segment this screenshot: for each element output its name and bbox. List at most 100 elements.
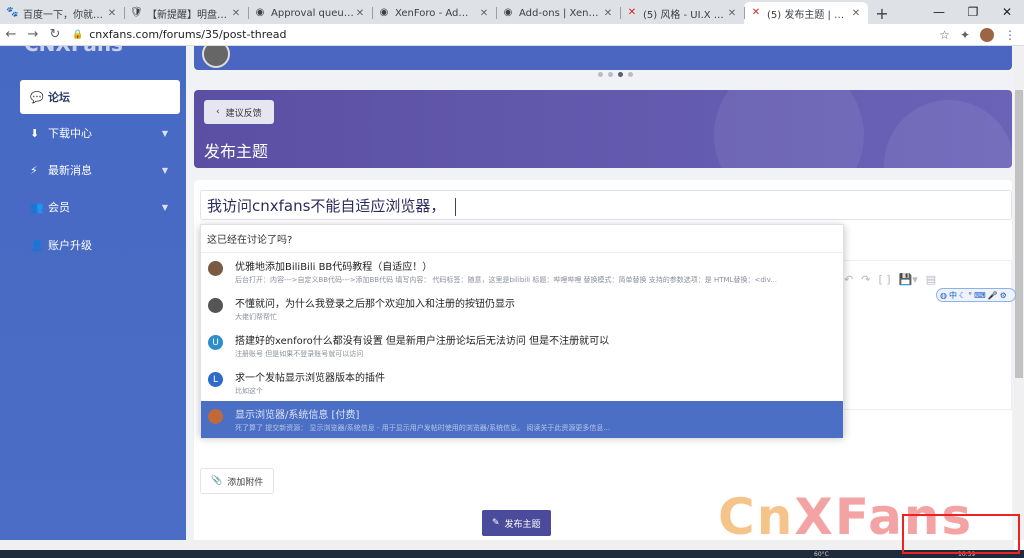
download-icon: ⬇ bbox=[30, 126, 40, 140]
ime-logo-icon: ◍ bbox=[940, 290, 947, 300]
weather-text: 60°C bbox=[814, 550, 829, 558]
sidebar-item-members[interactable]: 👥 会员 ▼ bbox=[20, 190, 180, 224]
globe-icon: ◉ bbox=[503, 7, 513, 18]
dropdown-heading: 这已经在讨论了吗? bbox=[201, 225, 843, 253]
editor-toolbar: ↶ ↷ [ ] 💾▾ ▤ bbox=[844, 268, 1012, 290]
browser-tab[interactable]: 🐾 百度一下，你就知道 ✕ bbox=[0, 2, 124, 24]
red-x-icon: ✕ bbox=[751, 7, 761, 18]
preview-icon[interactable]: ▤ bbox=[926, 273, 936, 286]
close-icon[interactable]: ✕ bbox=[478, 8, 490, 19]
browser-tab[interactable]: ✕(5) 风格 - UI.X Classic✕ bbox=[620, 2, 744, 24]
attach-files-button[interactable]: 📎 添加附件 bbox=[200, 468, 275, 494]
ime-toolbar[interactable]: ◍ 中 ☾ ° ⌨ 🎤 ⚙ bbox=[936, 288, 1016, 302]
browser-tab-active[interactable]: ✕(5) 发布主题 | XenForo✕ bbox=[744, 2, 868, 24]
globe-icon: ◉ bbox=[379, 7, 389, 18]
similar-threads-dropdown: 这已经在讨论了吗? 优雅地添加BiliBili BB代码教程（自适应！） 后台打… bbox=[200, 224, 844, 438]
thread-title: 求一个发帖显示浏览器版本的插件 bbox=[235, 373, 385, 384]
new-tab-button[interactable]: + bbox=[868, 2, 896, 24]
attach-label: 添加附件 bbox=[227, 477, 264, 488]
undo-icon[interactable]: ↶ bbox=[844, 273, 853, 286]
scrollbar-thumb[interactable] bbox=[1015, 90, 1023, 378]
ime-moon-icon[interactable]: ☾ bbox=[959, 291, 966, 300]
paperclip-icon: 📎 bbox=[211, 476, 223, 486]
ime-keyboard-icon[interactable]: ⌨ bbox=[974, 291, 986, 300]
ime-punct-icon[interactable]: ° bbox=[968, 291, 972, 300]
toggle-bbcode-icon[interactable]: [ ] bbox=[878, 273, 890, 286]
address-bar[interactable]: 🔒 cnxfans.com/forums/35/post-thread bbox=[72, 26, 933, 44]
save-draft-icon[interactable]: 💾▾ bbox=[899, 273, 918, 286]
close-icon[interactable]: ✕ bbox=[354, 8, 366, 19]
url-text: cnxfans.com/forums/35/post-thread bbox=[89, 28, 287, 41]
menu-icon[interactable]: ⋮ bbox=[1004, 28, 1016, 42]
browser-tab[interactable]: ◉Add-ons | XenForo -✕ bbox=[496, 2, 620, 24]
avatar bbox=[202, 46, 230, 68]
sidebar-item-news[interactable]: ⚡ 最新消息 ▼ bbox=[20, 153, 180, 187]
redo-icon[interactable]: ↷ bbox=[861, 273, 870, 286]
browser-tab[interactable]: 🛡【新提醒】明盘150欧✕ bbox=[124, 2, 248, 24]
close-icon[interactable]: ✕ bbox=[726, 8, 738, 19]
carousel-dot[interactable] bbox=[608, 72, 613, 77]
window-controls: — ❐ ✕ bbox=[922, 0, 1024, 24]
chevron-left-icon: ‹ bbox=[216, 107, 220, 117]
shield-icon: 🛡 bbox=[130, 7, 143, 18]
forward-arrow-icon[interactable]: → bbox=[22, 24, 44, 46]
sidebar-item-upgrade[interactable]: 👤 账户升级 bbox=[20, 228, 180, 262]
sidebar-item-label: 最新消息 bbox=[48, 164, 92, 177]
close-icon[interactable]: ✕ bbox=[850, 8, 862, 19]
ime-chinese-icon[interactable]: 中 bbox=[949, 290, 957, 301]
avatar: U bbox=[208, 335, 223, 350]
edit-icon: ✎ bbox=[492, 518, 500, 528]
thread-snippet: 死了算了 提交新资源： 显示浏览器/系统信息 - 用于显示用户发帖时使用的浏览器… bbox=[235, 424, 611, 432]
chevron-down-icon: ▼ bbox=[161, 128, 168, 138]
list-item[interactable]: U 搭建好的xenforo什么都没有设置 但是新用户注册论坛后无法访问 但是不注… bbox=[201, 327, 843, 364]
back-arrow-icon[interactable]: ← bbox=[0, 24, 22, 46]
list-item[interactable]: 不懂就问，为什么我登录之后那个欢迎加入和注册的按钮仍显示 大佬们帮帮忙 bbox=[201, 290, 843, 327]
thread-snippet: 注册账号 但是如果不登录账号就可以访问 bbox=[235, 350, 364, 358]
browser-tab[interactable]: ◉XenForo - Admin co✕ bbox=[372, 2, 496, 24]
list-item[interactable]: 优雅地添加BiliBili BB代码教程（自适应！） 后台打开：内容--->自定… bbox=[201, 253, 843, 290]
list-item[interactable]: L 求一个发帖显示浏览器版本的插件 比如这个 bbox=[201, 364, 843, 401]
close-icon[interactable]: ✕ bbox=[230, 8, 242, 19]
thread-snippet: 大佬们帮帮忙 bbox=[235, 313, 277, 321]
carousel-dots bbox=[598, 72, 633, 77]
minimize-icon[interactable]: — bbox=[922, 0, 956, 24]
extensions-icon[interactable]: ✦ bbox=[960, 28, 970, 42]
top-banner bbox=[194, 46, 1012, 70]
chevron-down-icon: ▼ bbox=[161, 165, 168, 175]
ime-mic-icon[interactable]: 🎤 bbox=[988, 291, 998, 300]
users-icon: 👥 bbox=[30, 200, 44, 214]
thread-snippet: 后台打开：内容--->自定义BB代码--->添加BB代码 填写内容： 代码标签：… bbox=[235, 276, 778, 284]
carousel-dot[interactable] bbox=[598, 72, 603, 77]
avatar bbox=[208, 409, 223, 424]
close-icon[interactable]: ✕ bbox=[602, 8, 614, 19]
post-thread-button[interactable]: ✎ 发布主题 bbox=[482, 510, 551, 536]
sidebar-item-label: 会员 bbox=[48, 201, 70, 214]
reload-icon[interactable]: ↻ bbox=[44, 24, 66, 46]
avatar bbox=[208, 261, 223, 276]
star-icon[interactable]: ☆ bbox=[939, 28, 950, 42]
carousel-dot-active[interactable] bbox=[618, 72, 623, 77]
close-window-icon[interactable]: ✕ bbox=[990, 0, 1024, 24]
thread-title: 优雅地添加BiliBili BB代码教程（自适应！） bbox=[235, 262, 433, 273]
profile-avatar[interactable] bbox=[980, 27, 994, 42]
site-logo[interactable]: CNXFans bbox=[24, 46, 123, 56]
carousel-dot[interactable] bbox=[628, 72, 633, 77]
baidu-icon: 🐾 bbox=[6, 7, 19, 18]
close-icon[interactable]: ✕ bbox=[106, 8, 118, 19]
lock-icon: 🔒 bbox=[72, 29, 84, 40]
breadcrumb-back-button[interactable]: ‹ 建议反馈 bbox=[204, 100, 274, 124]
sidebar-item-forums[interactable]: 💬 论坛 bbox=[20, 80, 180, 114]
breadcrumb-label: 建议反馈 bbox=[225, 108, 262, 119]
list-item-highlighted[interactable]: 显示浏览器/系统信息 [付费] 死了算了 提交新资源： 显示浏览器/系统信息 -… bbox=[201, 401, 843, 438]
red-x-icon: ✕ bbox=[627, 7, 637, 18]
browser-tab[interactable]: ◉Approval queue | Xen✕ bbox=[248, 2, 372, 24]
watermark-part: Cn bbox=[718, 488, 795, 546]
title-value: 我访问cnxfans不能自适应浏览器， bbox=[207, 197, 446, 215]
ime-gear-icon[interactable]: ⚙ bbox=[1000, 291, 1007, 300]
chevron-down-icon: ▼ bbox=[161, 202, 168, 212]
restore-icon[interactable]: ❐ bbox=[956, 0, 990, 24]
sidebar-item-downloads[interactable]: ⬇ 下载中心 ▼ bbox=[20, 116, 180, 150]
bolt-icon: ⚡ bbox=[30, 163, 38, 177]
thread-title-input[interactable]: 我访问cnxfans不能自适应浏览器， bbox=[200, 190, 1012, 220]
thread-title: 不懂就问，为什么我登录之后那个欢迎加入和注册的按钮仍显示 bbox=[235, 299, 515, 310]
